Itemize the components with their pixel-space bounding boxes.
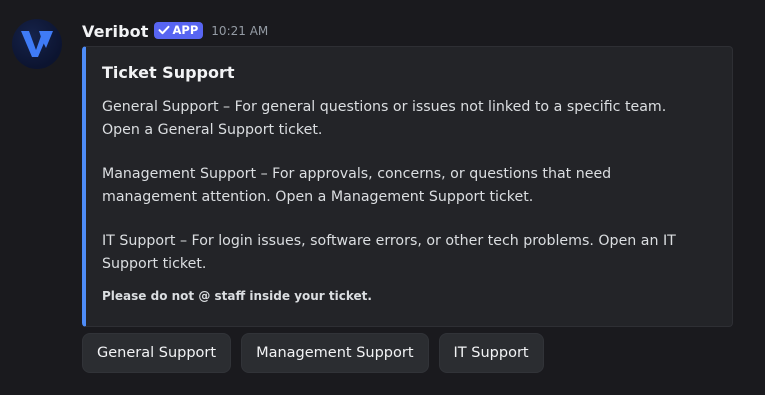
it-support-button[interactable]: IT Support bbox=[438, 333, 544, 373]
general-support-button[interactable]: General Support bbox=[82, 333, 232, 373]
app-badge-label: APP bbox=[172, 23, 199, 37]
management-support-button[interactable]: Management Support bbox=[241, 333, 429, 373]
checkmark-icon bbox=[158, 25, 170, 35]
embed: Ticket Support General Support – For gen… bbox=[82, 46, 733, 327]
message-header: Veribot APP 10:21 AM bbox=[82, 19, 268, 43]
embed-description: General Support – For general questions … bbox=[102, 96, 702, 275]
chat-message: Veribot APP 10:21 AM Ticket Support Gene… bbox=[0, 0, 765, 395]
username[interactable]: Veribot bbox=[82, 22, 149, 41]
button-row: General Support Management Support IT Su… bbox=[82, 333, 544, 373]
embed-paragraph-management: Management Support – For approvals, conc… bbox=[102, 166, 612, 205]
timestamp: 10:21 AM bbox=[211, 24, 269, 38]
embed-paragraph-general: General Support – For general questions … bbox=[102, 99, 667, 138]
veribot-logo-icon bbox=[21, 31, 53, 57]
app-badge: APP bbox=[153, 21, 204, 39]
embed-footer: Please do not @ staff inside your ticket… bbox=[102, 289, 372, 303]
avatar[interactable] bbox=[12, 19, 62, 69]
embed-paragraph-it: IT Support – For login issues, software … bbox=[102, 233, 676, 272]
embed-title: Ticket Support bbox=[102, 63, 235, 82]
